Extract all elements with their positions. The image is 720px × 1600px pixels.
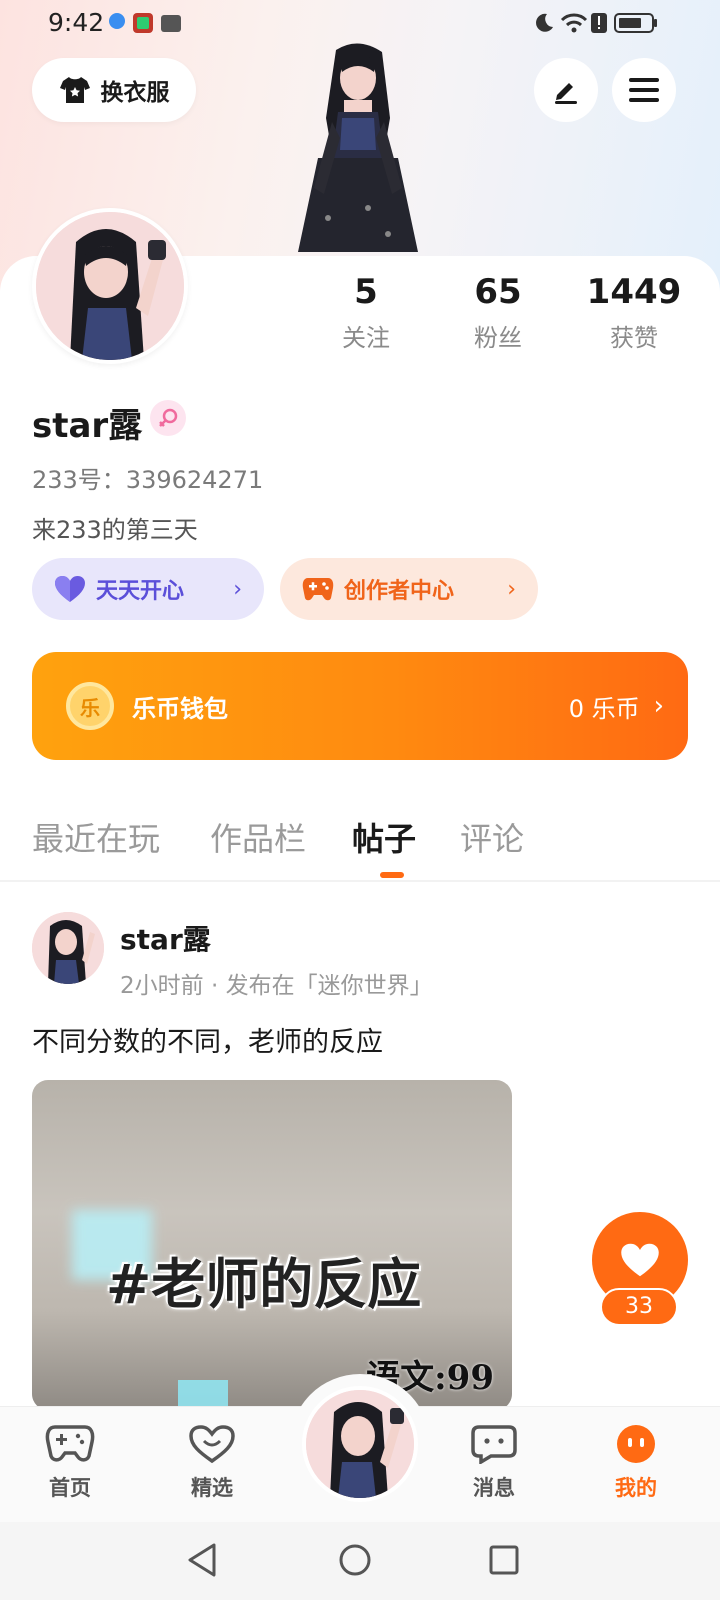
back-icon[interactable]	[186, 1542, 218, 1578]
pencil-icon	[555, 83, 577, 104]
nav-featured-label: 精选	[191, 1476, 233, 1500]
nav-messages[interactable]: 消息	[444, 1424, 544, 1502]
game-notification-icon	[133, 13, 153, 33]
stat-likes-value: 1449	[586, 272, 682, 312]
nav-avatar-center[interactable]	[302, 1386, 418, 1502]
outfit-label: 换衣服	[100, 80, 170, 106]
profile-avatar[interactable]	[32, 208, 188, 364]
avatar-portrait	[36, 212, 184, 360]
post-media[interactable]: #老师的反应 语文:99	[32, 1080, 512, 1410]
chevron-right-icon: ›	[233, 576, 242, 602]
stat-followers-value: 65	[474, 272, 522, 312]
post-author-name[interactable]: star露	[120, 918, 211, 958]
nav-home[interactable]: 首页	[20, 1424, 120, 1502]
smile-icon	[617, 1425, 655, 1463]
gamepad-icon	[302, 578, 334, 601]
status-time: 9:42	[48, 8, 105, 37]
avatar-portrait	[32, 912, 104, 984]
wifi-icon	[560, 13, 588, 33]
female-gender-icon	[159, 408, 178, 427]
media-title-overlay: #老师的反应	[106, 1253, 422, 1316]
avatar-character[interactable]	[278, 38, 438, 258]
alert-icon	[591, 13, 607, 33]
stat-likes-label: 获赞	[610, 324, 658, 352]
creator-center-label: 创作者中心	[344, 579, 455, 604]
tab-recent-played[interactable]: 最近在玩	[32, 814, 160, 860]
post-text[interactable]: 不同分数的不同，老师的反应	[32, 1020, 383, 1059]
tab-works[interactable]: 作品栏	[210, 814, 306, 860]
stat-following-value: 5	[354, 272, 378, 312]
chevron-right-icon: ›	[507, 576, 516, 602]
profile-username: star露	[32, 406, 143, 446]
nav-me[interactable]: 我的	[586, 1424, 686, 1502]
tab-active-indicator	[380, 872, 404, 878]
heart-icon	[621, 1243, 659, 1277]
nav-home-label: 首页	[49, 1476, 91, 1500]
avatar-portrait	[306, 1390, 414, 1498]
heart-icon	[55, 576, 85, 602]
wallet-balance: 0 乐币	[568, 694, 640, 723]
menu-button[interactable]	[612, 58, 676, 122]
stat-following-label: 关注	[342, 324, 390, 352]
nav-messages-label: 消息	[473, 1476, 515, 1500]
stat-following[interactable]: 5 关注	[306, 272, 426, 353]
profile-bio: 来233的第三天	[32, 516, 198, 544]
tab-posts[interactable]: 帖子	[352, 814, 416, 860]
chevron-right-icon: ›	[653, 691, 664, 721]
nav-me-label: 我的	[615, 1476, 657, 1500]
creator-center-button[interactable]: 创作者中心 ›	[280, 558, 538, 620]
gender-badge	[150, 400, 186, 436]
recents-icon[interactable]	[488, 1544, 520, 1576]
tab-comments[interactable]: 评论	[460, 814, 524, 860]
battery-icon	[614, 13, 657, 33]
stat-likes[interactable]: 1449 获赞	[574, 272, 694, 353]
nav-featured[interactable]: 精选	[162, 1424, 262, 1502]
stat-followers[interactable]: 65 粉丝	[438, 272, 558, 353]
hamburger-icon	[629, 78, 659, 102]
post-meta: 2小时前 · 发布在「迷你世界」	[120, 973, 433, 999]
tshirt-icon	[59, 77, 90, 103]
tab-divider	[0, 880, 720, 882]
app-notification-icon	[109, 13, 125, 29]
home-circle-icon[interactable]	[338, 1543, 372, 1577]
edit-button[interactable]	[534, 58, 598, 122]
wallet-title: 乐币钱包	[132, 694, 228, 723]
coin-icon: 乐	[66, 682, 114, 730]
heart-outline-icon	[189, 1425, 235, 1464]
badge-happy-button[interactable]: 天天开心 ›	[32, 558, 264, 620]
like-count: 33	[600, 1288, 678, 1326]
badge-happy-label: 天天开心	[96, 579, 185, 604]
post-author-avatar[interactable]	[32, 912, 104, 984]
wallet-card[interactable]: 乐 乐币钱包 0 乐币 ›	[32, 652, 688, 760]
profile-uid[interactable]: 233号：339624271	[32, 460, 263, 495]
app-notification-icon-2	[161, 15, 181, 32]
moon-icon	[536, 13, 553, 32]
system-nav-bar	[0, 1522, 720, 1600]
chat-icon	[471, 1425, 517, 1466]
gamepad-icon	[45, 1425, 95, 1462]
outfit-button[interactable]: 换衣服	[32, 58, 196, 122]
stat-followers-label: 粉丝	[474, 324, 522, 352]
